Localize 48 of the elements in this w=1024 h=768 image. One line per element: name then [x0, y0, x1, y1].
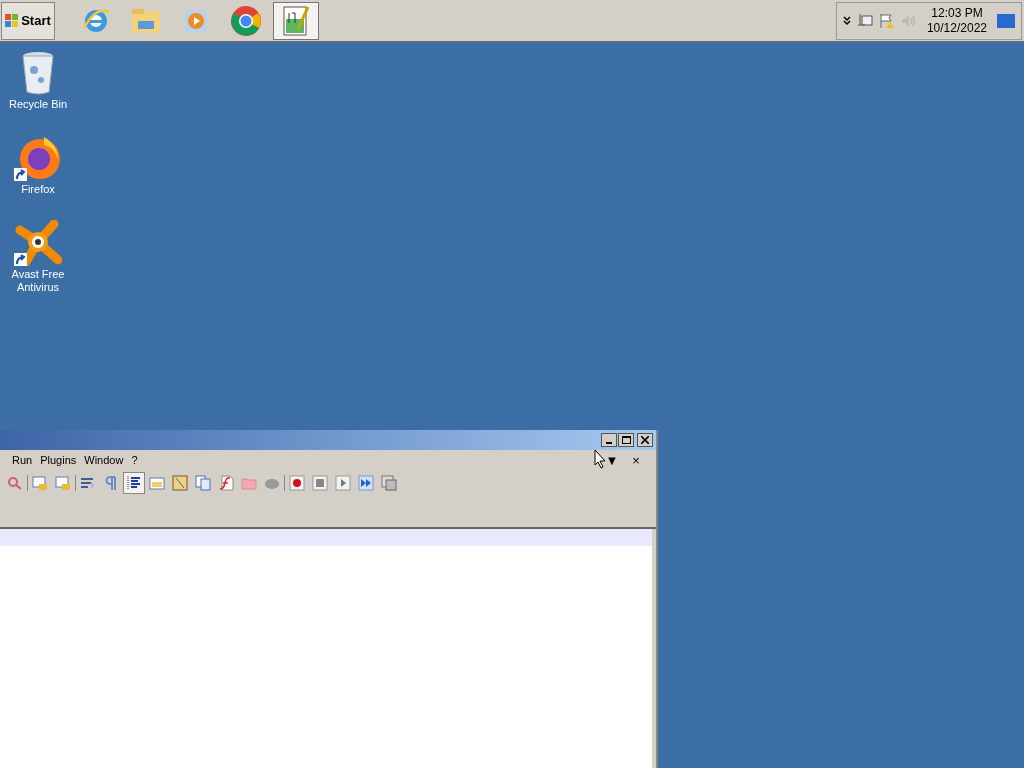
- function-document-icon: [218, 475, 234, 491]
- macro-list-icon: [381, 475, 397, 491]
- recycle-bin-icon: [20, 50, 56, 96]
- indent-guide-icon: [126, 475, 142, 491]
- desktop-icon-label[interactable]: Firefox: [5, 183, 71, 196]
- mouse-cursor-icon: [594, 449, 606, 469]
- toolbar-button[interactable]: [332, 472, 354, 494]
- record-icon: [289, 475, 305, 491]
- desktop-icon-label[interactable]: Recycle Bin: [5, 98, 71, 111]
- maximize-icon: [621, 436, 631, 444]
- menu-item[interactable]: Run: [8, 452, 37, 469]
- folder-icon: [241, 475, 257, 491]
- flag-warning-icon[interactable]: [878, 12, 895, 29]
- show-desktop-icon[interactable]: [997, 13, 1015, 28]
- folder-icon: [130, 6, 162, 35]
- pilcrow-icon: [103, 475, 119, 491]
- start-button[interactable]: Start: [1, 1, 55, 40]
- chevron-icon[interactable]: [842, 15, 851, 26]
- find-icon: [7, 475, 23, 491]
- windows-logo-icon: [5, 14, 20, 27]
- close-button[interactable]: [637, 433, 653, 447]
- clock-date: 10/12/2022: [926, 20, 987, 36]
- network-icon[interactable]: [856, 12, 873, 29]
- play-icon: [335, 475, 351, 491]
- desktop-icon-label[interactable]: Avast Free Antivirus: [5, 268, 71, 294]
- minimize-icon: [606, 442, 612, 444]
- stop-icon: [312, 475, 328, 491]
- folder-view-icon: [149, 475, 165, 491]
- taskbar-button[interactable]: [273, 1, 319, 40]
- close-icon: [641, 436, 649, 444]
- menu-item[interactable]: Window: [80, 452, 128, 469]
- copy-icon: [195, 475, 211, 491]
- toolbar-button[interactable]: [355, 472, 377, 494]
- fast-forward-icon: [358, 475, 374, 491]
- maximize-button[interactable]: [618, 433, 634, 447]
- menu-control[interactable]: ×: [624, 450, 648, 471]
- locked-document-icon: [55, 475, 71, 491]
- notepad-icon: [281, 4, 311, 37]
- locked-document-icon: [32, 475, 48, 491]
- clock-time: 12:03 PM: [931, 5, 983, 21]
- toolbar-button[interactable]: [286, 472, 308, 494]
- chrome-icon: [230, 4, 262, 37]
- word-wrap-icon: [80, 475, 96, 491]
- minimize-button[interactable]: [601, 433, 617, 447]
- toolbar-button[interactable]: [123, 472, 145, 494]
- map-icon: [172, 475, 188, 491]
- menu-item[interactable]: Plugins: [36, 452, 81, 469]
- menu-item[interactable]: ?: [127, 452, 142, 469]
